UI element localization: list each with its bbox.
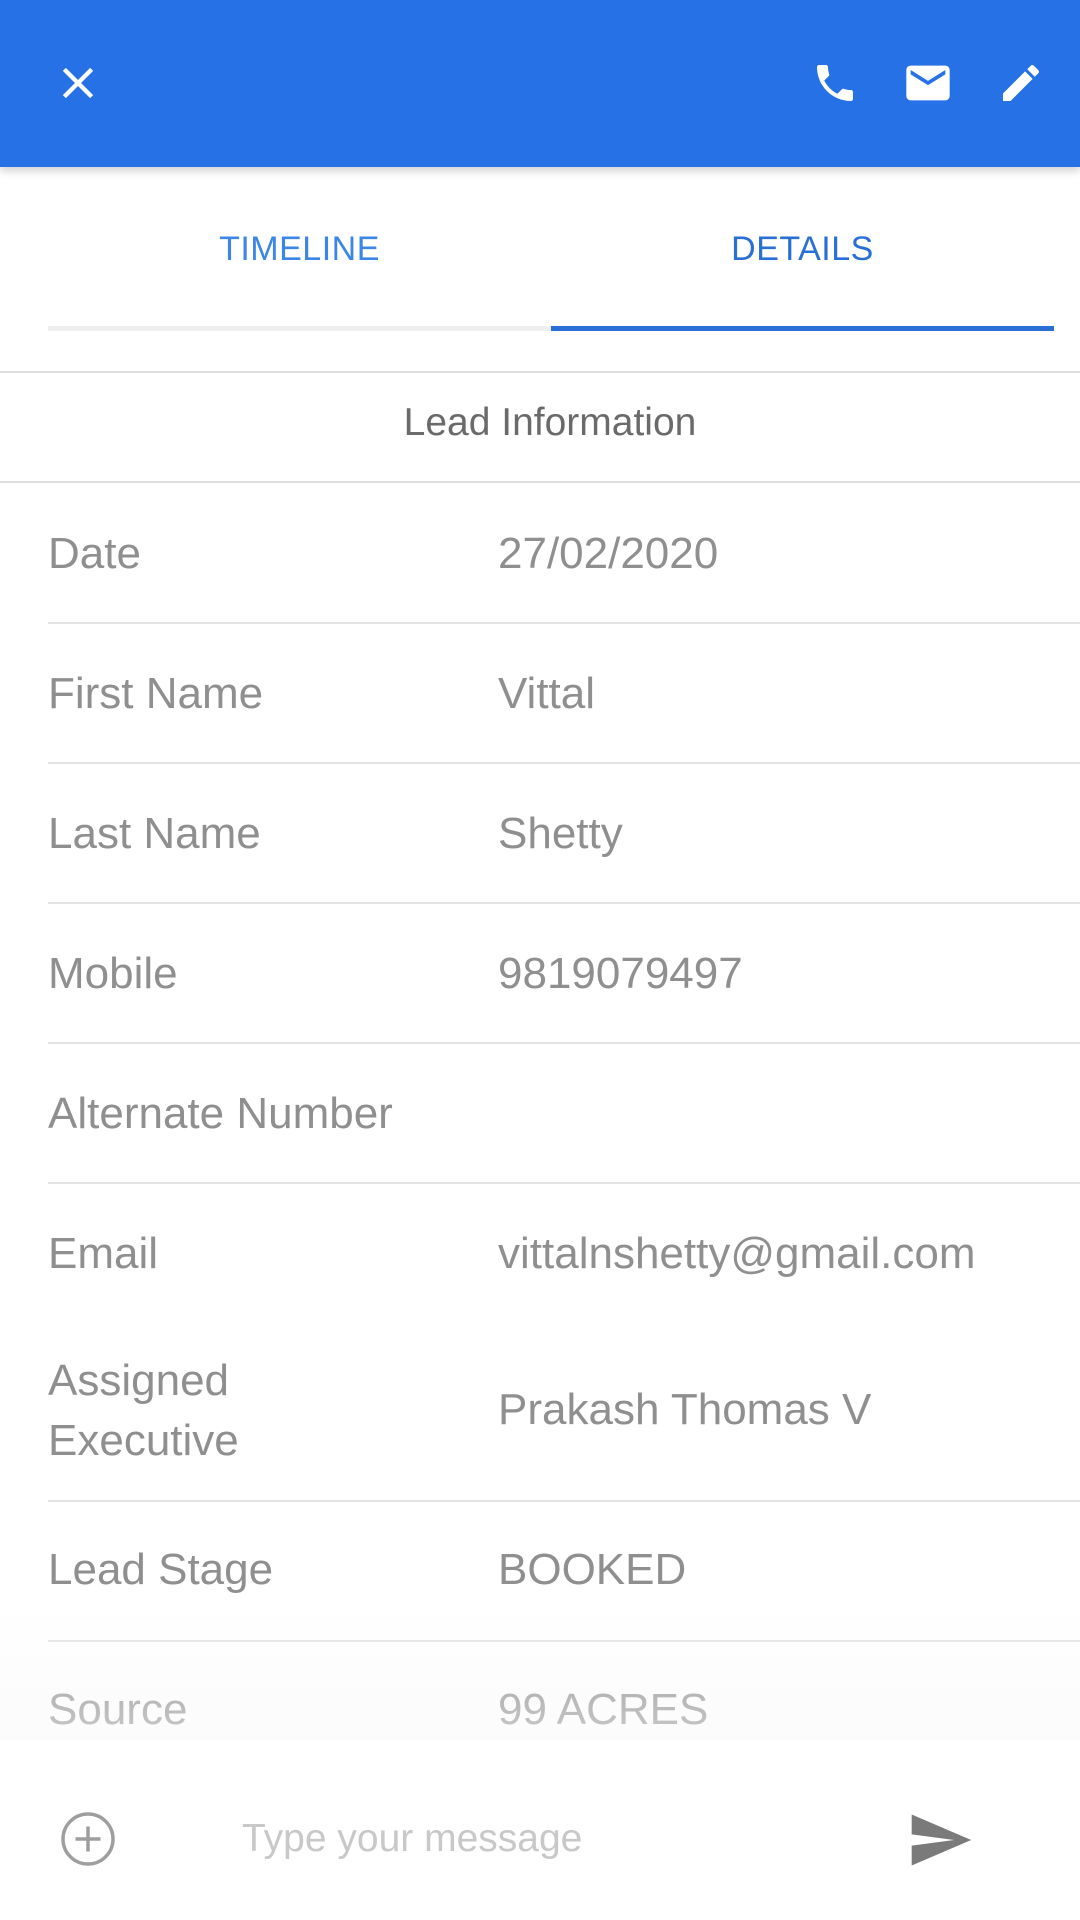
send-icon [911, 1814, 972, 1866]
close-button[interactable] [38, 43, 118, 123]
email-button[interactable] [888, 43, 968, 123]
detail-value: 9819079497 [498, 949, 743, 998]
divider [0, 481, 1080, 483]
detail-value: Prakash Thomas V [498, 1385, 872, 1434]
tab-details[interactable]: DETAILS [551, 167, 1054, 332]
detail-row-mobile: Mobile 9819079497 [0, 904, 1080, 1044]
tab-timeline-label: TIMELINE [219, 230, 380, 268]
detail-label: Lead Stage [48, 1545, 274, 1594]
detail-label: Assigned Executive [48, 1356, 239, 1465]
tab-bar: TIMELINE DETAILS [48, 167, 1054, 332]
detail-label: Date [48, 529, 141, 578]
detail-value: Shetty [498, 809, 623, 858]
detail-value: BOOKED [498, 1545, 687, 1594]
detail-row-lead-stage: Lead Stage BOOKED [0, 1502, 1080, 1642]
section-title-text: Lead Information [403, 401, 697, 444]
detail-label: Mobile [48, 949, 178, 998]
detail-row-alternate-number: Alternate Number [0, 1044, 1080, 1184]
detail-row-last-name: Last Name Shetty [0, 764, 1080, 904]
add-attachment-button[interactable] [56, 1807, 120, 1871]
detail-row-first-name: First Name Vittal [0, 624, 1080, 764]
close-icon [62, 67, 94, 99]
add-circle-icon [61, 1812, 115, 1866]
phone-icon [817, 65, 853, 101]
section-title: Lead Information [0, 373, 1080, 473]
detail-label: Email [48, 1229, 159, 1278]
detail-label: Source [48, 1685, 188, 1734]
detail-label: First Name [48, 669, 264, 718]
detail-label: Last Name [48, 809, 261, 858]
mail-icon [906, 65, 950, 101]
tab-details-label: DETAILS [731, 230, 874, 268]
call-button[interactable] [795, 43, 875, 123]
edit-icon [1003, 64, 1040, 101]
send-button[interactable] [900, 1800, 980, 1880]
detail-row-date: Date 27/02/2020 [0, 484, 1080, 624]
message-input[interactable] [240, 1808, 844, 1870]
detail-row-email: Email vittalnshetty@gmail.com [0, 1184, 1080, 1324]
message-composer [0, 1740, 1080, 1920]
detail-value: Vittal [498, 669, 596, 718]
edit-button[interactable] [981, 43, 1061, 123]
detail-value: 99 ACRES [498, 1685, 709, 1734]
tab-timeline[interactable]: TIMELINE [48, 167, 551, 332]
detail-label: Alternate Number [48, 1089, 393, 1138]
app-bar [0, 0, 1080, 167]
tab-active-indicator [551, 326, 1054, 331]
detail-row-assigned-executive: Assigned Executive Prakash Thomas V [0, 1324, 1080, 1524]
detail-value: vittalnshetty@gmail.com [498, 1229, 976, 1278]
detail-value: 27/02/2020 [498, 529, 719, 578]
